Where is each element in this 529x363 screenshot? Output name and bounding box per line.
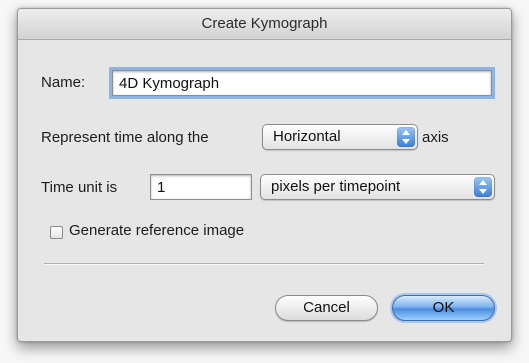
divider xyxy=(44,263,484,265)
dialog-content: Name: Represent time along the Horizonta… xyxy=(18,40,511,341)
up-down-arrows-icon xyxy=(397,127,415,147)
time-unit-field[interactable] xyxy=(150,174,252,200)
time-unit-selected: pixels per timepoint xyxy=(271,178,401,195)
name-field[interactable] xyxy=(112,70,492,96)
dialog-title: Create Kymograph xyxy=(18,9,511,40)
cancel-button[interactable]: Cancel xyxy=(275,295,378,321)
name-label: Name: xyxy=(41,74,86,91)
generate-reference-checkbox[interactable] xyxy=(50,226,63,239)
up-down-arrows-icon xyxy=(474,177,492,197)
time-unit-label: Time unit is xyxy=(41,179,118,196)
ok-button[interactable]: OK xyxy=(392,295,495,321)
axis-label: axis xyxy=(422,129,449,146)
time-unit-popup[interactable]: pixels per timepoint xyxy=(260,174,495,200)
represent-time-label: Represent time along the xyxy=(41,129,209,146)
time-axis-popup[interactable]: Horizontal xyxy=(262,124,418,150)
create-kymograph-dialog: Create Kymograph Name: Represent time al… xyxy=(17,8,512,342)
time-axis-selected: Horizontal xyxy=(273,128,341,145)
generate-reference-label[interactable]: Generate reference image xyxy=(69,222,244,239)
